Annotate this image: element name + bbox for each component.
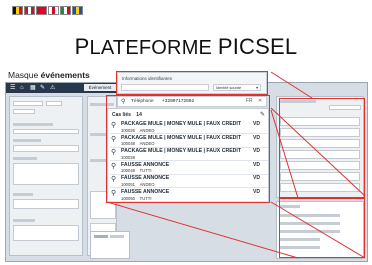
highlight-cases	[106, 95, 270, 203]
highlight-right-info	[279, 98, 365, 198]
highlight-ident-bar	[116, 71, 268, 95]
highlight-right-cases	[279, 198, 365, 258]
